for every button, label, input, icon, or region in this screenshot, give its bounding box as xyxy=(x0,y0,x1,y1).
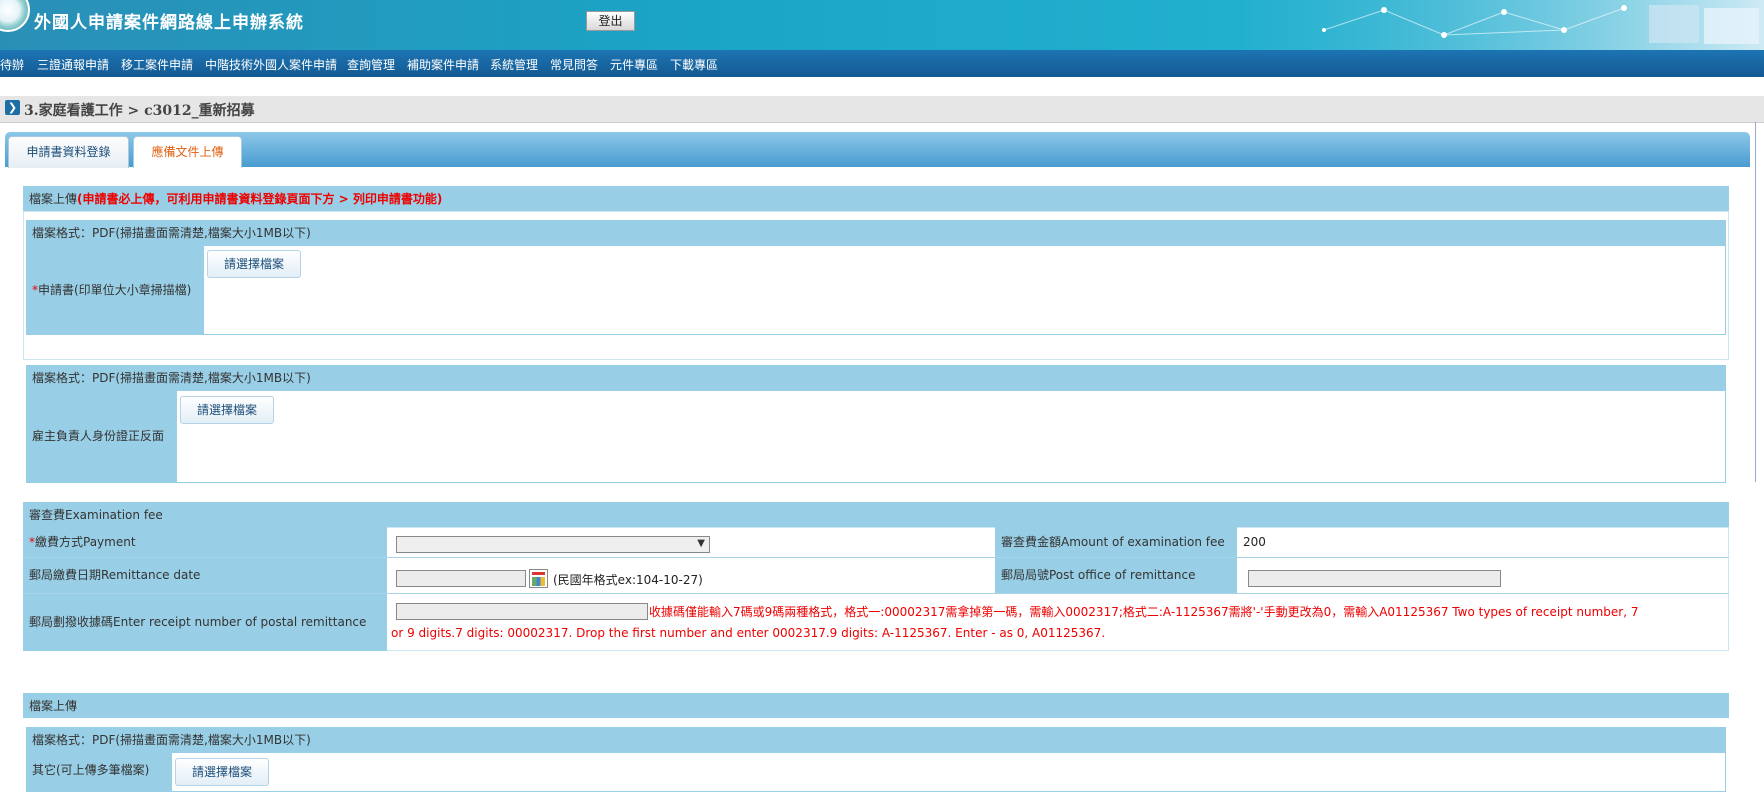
menu-item-subsidy[interactable]: 補助案件申請 xyxy=(407,50,479,80)
menu-item-mid-level[interactable]: 中階技術外國人案件申請 xyxy=(205,50,337,80)
chevron-right-icon: ❯ xyxy=(5,100,20,115)
upload-section-title: 檔案上傳 xyxy=(29,192,78,206)
upload-row-id-card xyxy=(26,390,1726,483)
ministry-logo xyxy=(0,0,30,32)
amount-label: 審查費金額Amount of examination fee xyxy=(995,527,1237,557)
menu-item-todo[interactable]: 待辦 xyxy=(0,50,24,80)
menu-item-query[interactable]: 查詢管理 xyxy=(347,50,395,80)
upload-label-application: *申請書(印單位大小章掃描檔) xyxy=(26,245,204,335)
chevron-down-icon: ▼ xyxy=(697,538,705,549)
remittance-date-label: 郵局繳費日期Remittance date xyxy=(23,558,387,593)
menu-item-three-cert[interactable]: 三證通報申請 xyxy=(37,50,109,80)
application-label-text: 申請書(印單位大小章掃描檔) xyxy=(38,283,192,297)
post-office-label: 郵局局號Post office of remittance xyxy=(995,558,1237,593)
menu-item-faq[interactable]: 常見問答 xyxy=(550,50,598,80)
receipt-number-input[interactable] xyxy=(396,603,648,620)
choose-file-button[interactable]: 請選擇檔案 xyxy=(207,250,301,278)
payment-select[interactable]: ▼ xyxy=(396,536,710,553)
remittance-date-input[interactable] xyxy=(396,570,526,587)
upload-label-id-card: 雇主負責人身份證正反面 xyxy=(26,390,177,483)
receipt-format-hint-line2: or 9 digits.7 digits: 00002317. Drop the… xyxy=(391,626,1106,640)
breadcrumb: ❯ 3.家庭看護工作 > c3012_重新招募 xyxy=(0,96,1764,123)
network-globe-decoration xyxy=(1264,0,1764,50)
main-menu: 待辦 三證通報申請 移工案件申請 中階技術外國人案件申請 查詢管理 補助案件申請… xyxy=(0,50,1764,77)
date-format-hint: (民國年格式ex:104-10-27) xyxy=(553,573,703,587)
file-format-hint: 檔案格式：PDF(掃描畫面需清楚,檔案大小1MB以下) xyxy=(26,220,1726,245)
tab-application-data[interactable]: 申請書資料登錄 xyxy=(8,136,129,168)
menu-item-download[interactable]: 下載專區 xyxy=(670,50,718,80)
content-border xyxy=(1755,122,1756,482)
file-format-hint: 檔案格式：PDF(掃描畫面需清楚,檔案大小1MB以下) xyxy=(26,727,1726,752)
payment-label-text: 繳費方式Payment xyxy=(35,535,136,549)
calendar-icon[interactable] xyxy=(529,569,548,588)
amount-value: 200 xyxy=(1243,535,1266,549)
logout-button[interactable]: 登出 xyxy=(586,11,635,31)
post-office-input[interactable] xyxy=(1248,570,1501,587)
receipt-number-label: 郵局劃撥收據碼Enter receipt number of postal re… xyxy=(23,594,387,651)
payment-label: *繳費方式Payment xyxy=(23,527,387,557)
system-title: 外國人申請案件網路線上申辦系統 xyxy=(34,13,304,33)
file-format-hint: 檔案格式：PDF(掃描畫面需清楚,檔案大小1MB以下) xyxy=(26,365,1726,390)
menu-item-components[interactable]: 元件專區 xyxy=(610,50,658,80)
upload-section-note: (申請書必上傳，可利用申請書資料登錄頁面下方 > 列印申請書功能) xyxy=(77,192,443,206)
upload-section-header: 檔案上傳(申請書必上傳，可利用申請書資料登錄頁面下方 > 列印申請書功能) xyxy=(23,186,1729,211)
fee-section-header: 審查費Examination fee xyxy=(23,502,1729,527)
upload-other-section-header: 檔案上傳 xyxy=(23,693,1729,718)
choose-file-button[interactable]: 請選擇檔案 xyxy=(180,396,274,424)
app-header: 外國人申請案件網路線上申辦系統 登出 xyxy=(0,0,1764,50)
menu-item-migrant-worker[interactable]: 移工案件申請 xyxy=(121,50,193,80)
upload-row-other xyxy=(26,752,1726,792)
menu-item-system[interactable]: 系統管理 xyxy=(490,50,538,80)
choose-file-button[interactable]: 請選擇檔案 xyxy=(175,758,269,786)
receipt-format-hint-line1: 收據碼僅能輸入7碼或9碼兩種格式，格式一:00002317需拿掉第一碼，需輸入0… xyxy=(649,605,1639,619)
tab-document-upload[interactable]: 應備文件上傳 xyxy=(133,136,242,168)
tab-bar: 申請書資料登錄 應備文件上傳 xyxy=(5,132,1750,168)
upload-label-other: 其它(可上傳多筆檔案) xyxy=(26,752,172,792)
breadcrumb-text: 3.家庭看護工作 > c3012_重新招募 xyxy=(24,103,255,119)
